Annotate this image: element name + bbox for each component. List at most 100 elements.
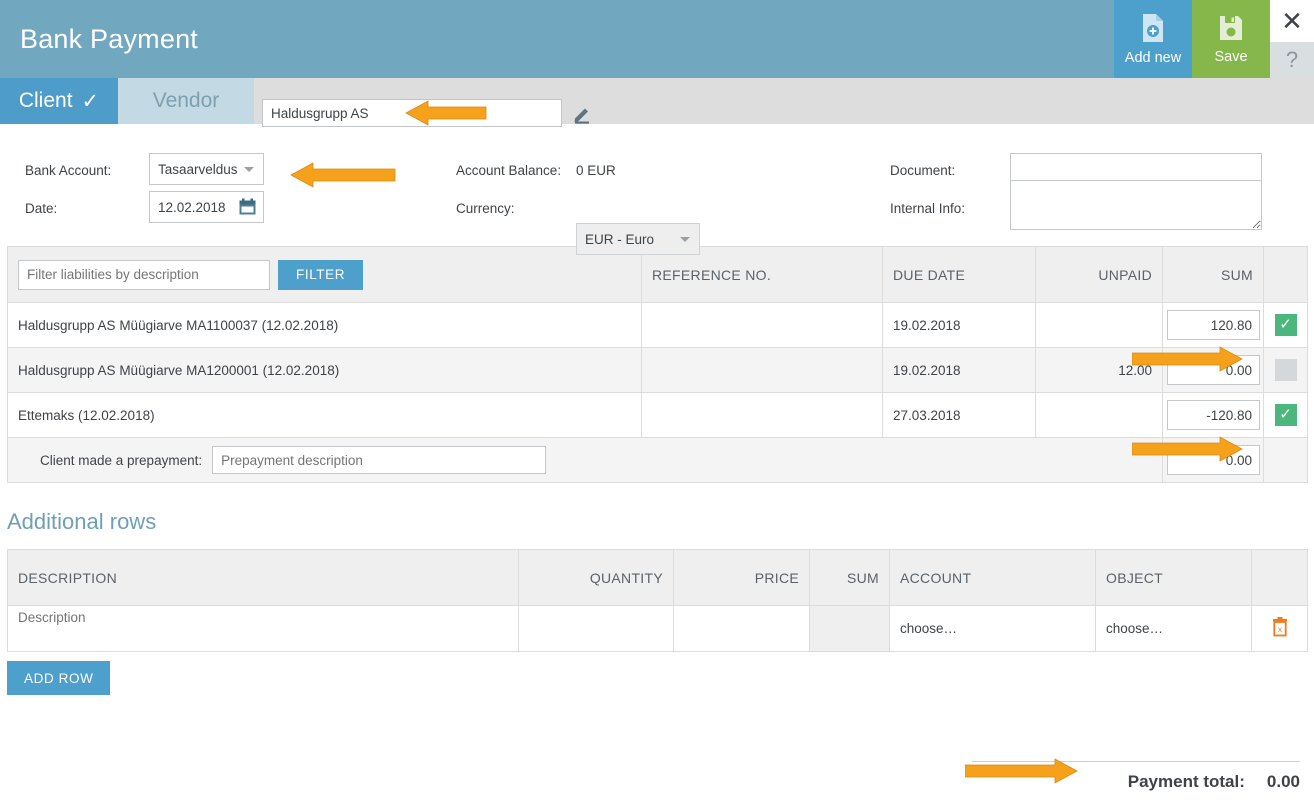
row-checkbox-checked[interactable]: ✓ <box>1274 314 1297 336</box>
floppy-disk-icon <box>1218 14 1244 46</box>
column-header-object: OBJECT <box>1095 549 1252 606</box>
liability-sum-cell <box>1162 347 1264 393</box>
bank-account-select[interactable]: Tasaarveldus <box>149 153 264 185</box>
liability-sum-input[interactable] <box>1167 310 1260 340</box>
prepayment-sum-input[interactable] <box>1167 445 1260 475</box>
additional-quantity[interactable] <box>518 605 674 652</box>
date-label: Date: <box>25 201 58 216</box>
party-type-bar: Client ✓ Vendor <box>0 78 1314 124</box>
column-header-actions <box>1251 549 1308 606</box>
table-row[interactable]: choose… choose… x <box>7 605 1308 652</box>
delete-row-icon[interactable]: x <box>1271 617 1289 637</box>
liability-select-cell: ✓ <box>1263 392 1308 438</box>
object-value: choose… <box>1106 621 1164 636</box>
document-plus-icon <box>1140 13 1166 47</box>
additional-actions-cell: x <box>1251 605 1308 652</box>
column-header-account: ACCOUNT <box>889 549 1096 606</box>
account-balance-label: Account Balance: <box>456 163 562 178</box>
account-value: choose… <box>900 621 958 636</box>
bank-account-value: Tasaarveldus <box>158 161 238 177</box>
liability-sum-input[interactable] <box>1167 355 1260 385</box>
liability-unpaid <box>1035 302 1163 348</box>
chevron-down-icon <box>680 237 690 242</box>
liability-unpaid <box>1035 392 1163 438</box>
close-icon[interactable]: ✕ <box>1270 0 1314 42</box>
currency-value: EUR - Euro <box>585 231 655 247</box>
column-header-due-date: DUE DATE <box>882 246 1036 303</box>
add-new-button[interactable]: Add new <box>1114 0 1192 78</box>
column-header-unpaid: UNPAID <box>1035 246 1163 303</box>
additional-price[interactable] <box>673 605 810 652</box>
tab-vendor[interactable]: Vendor <box>118 78 254 124</box>
additional-sum <box>809 605 890 652</box>
liability-description: Ettemaks (12.02.2018) <box>7 392 642 438</box>
tab-vendor-label: Vendor <box>152 89 220 112</box>
tab-client[interactable]: Client ✓ <box>0 78 118 124</box>
help-icon[interactable]: ? <box>1270 42 1314 78</box>
payment-form: Bank Account: Tasaarveldus Date: Account… <box>0 124 1314 255</box>
page-title: Bank Payment <box>20 23 198 54</box>
prepayment-description-input[interactable] <box>212 446 547 474</box>
document-label: Document: <box>890 163 956 178</box>
table-row[interactable]: Ettemaks (12.02.2018) 27.03.2018 ✓ <box>7 392 1308 438</box>
additional-rows-table: DESCRIPTION QUANTITY PRICE SUM ACCOUNT O… <box>7 549 1308 652</box>
column-header-sum: SUM <box>1162 246 1264 303</box>
liability-reference-no <box>641 302 883 348</box>
column-header-description: DESCRIPTION <box>7 549 519 606</box>
check-icon: ✓ <box>81 89 100 113</box>
payment-total-value: 0.00 <box>1266 772 1300 791</box>
liability-due-date: 19.02.2018 <box>882 347 1036 393</box>
liability-sum-input[interactable] <box>1167 400 1260 430</box>
liability-reference-no <box>641 392 883 438</box>
payment-total-label: Payment total: <box>1127 772 1245 791</box>
additional-object-select[interactable]: choose… <box>1095 605 1252 652</box>
internal-info-textarea[interactable] <box>1010 180 1262 230</box>
window-header: Bank Payment Add new Save ✕ ? <box>0 0 1314 78</box>
prepayment-label: Client made a prepayment: <box>40 452 203 468</box>
liability-select-cell: ✓ <box>1263 302 1308 348</box>
row-checkbox-checked[interactable]: ✓ <box>1274 404 1297 426</box>
add-row-button[interactable]: ADD ROW <box>7 661 111 695</box>
column-header-select <box>1263 246 1308 303</box>
row-checkbox-unchecked[interactable] <box>1274 359 1297 381</box>
additional-rows-title: Additional rows <box>7 509 157 534</box>
bank-payment-window: Bank Payment Add new Save ✕ ? Client ✓ V… <box>0 0 1314 804</box>
chevron-down-icon <box>244 167 254 172</box>
edit-pencil-icon[interactable] <box>571 103 593 125</box>
prepayment-cell: Client made a prepayment: <box>7 437 1163 483</box>
prepayment-select-cell <box>1263 437 1308 483</box>
additional-description-textarea[interactable] <box>18 606 508 648</box>
table-row[interactable]: Haldusgrupp AS Müügiarve MA1100037 (12.0… <box>7 302 1308 348</box>
window-controls: ✕ ? <box>1270 0 1314 78</box>
save-button[interactable]: Save <box>1192 0 1270 78</box>
tab-client-label: Client <box>18 89 73 112</box>
liability-due-date: 27.03.2018 <box>882 392 1036 438</box>
additional-account-select[interactable]: choose… <box>889 605 1096 652</box>
filter-input[interactable] <box>18 259 270 290</box>
filter-cell: FILTER <box>7 246 642 303</box>
liability-sum-cell <box>1162 392 1264 438</box>
liability-reference-no <box>641 347 883 393</box>
save-label: Save <box>1214 48 1248 65</box>
column-header-quantity: QUANTITY <box>518 549 674 606</box>
liabilities-table: FILTER REFERENCE NO. DUE DATE UNPAID SUM… <box>7 246 1308 483</box>
bank-account-label: Bank Account: <box>25 163 112 178</box>
currency-select[interactable]: EUR - Euro <box>576 223 700 255</box>
prepayment-row: Client made a prepayment: <box>7 437 1308 483</box>
column-header-sum: SUM <box>809 549 890 606</box>
column-header-price: PRICE <box>673 549 810 606</box>
liability-due-date: 19.02.2018 <box>882 302 1036 348</box>
currency-label: Currency: <box>456 201 515 216</box>
client-name-input[interactable] <box>262 99 562 127</box>
prepayment-sum-cell <box>1162 437 1264 483</box>
additional-description-cell <box>7 605 519 652</box>
liability-description: Haldusgrupp AS Müügiarve MA1100037 (12.0… <box>7 302 642 348</box>
svg-text:x: x <box>1278 625 1282 634</box>
internal-info-label: Internal Info: <box>890 201 966 216</box>
additional-rows-header-row: DESCRIPTION QUANTITY PRICE SUM ACCOUNT O… <box>7 549 1308 606</box>
liability-select-cell <box>1263 347 1308 393</box>
calendar-icon[interactable] <box>239 198 256 220</box>
liability-description: Haldusgrupp AS Müügiarve MA1200001 (12.0… <box>7 347 642 393</box>
filter-button[interactable]: FILTER <box>278 259 364 290</box>
table-row[interactable]: Haldusgrupp AS Müügiarve MA1200001 (12.0… <box>7 347 1308 393</box>
